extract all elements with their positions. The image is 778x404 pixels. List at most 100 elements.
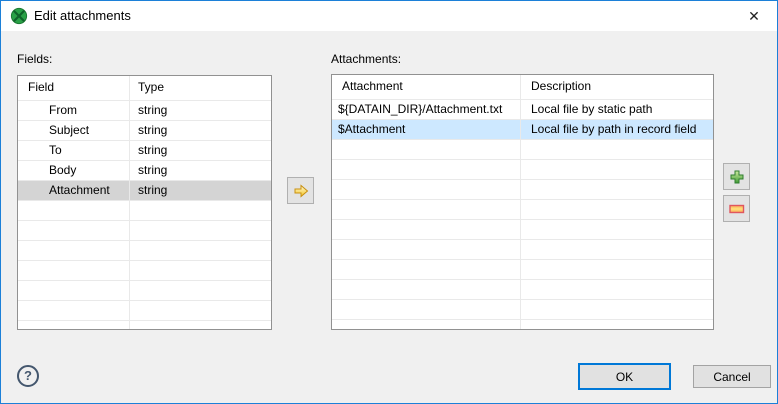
column-header-field[interactable]: Field bbox=[18, 76, 130, 100]
fields-table: Field Type From string Subject string To stri… bbox=[17, 75, 272, 330]
arrow-right-icon bbox=[294, 183, 308, 198]
table-cell: Subject bbox=[18, 121, 130, 140]
dialog-edit-attachments: Edit attachments ✕ Fields: Field Type Fr… bbox=[0, 0, 778, 404]
table-cell bbox=[130, 241, 271, 260]
add-attachment-button[interactable] bbox=[723, 163, 750, 190]
table-row[interactable] bbox=[332, 300, 713, 320]
table-row[interactable] bbox=[18, 281, 271, 301]
table-cell bbox=[332, 260, 521, 279]
table-cell bbox=[332, 140, 521, 159]
table-row[interactable] bbox=[332, 160, 713, 180]
table-cell bbox=[521, 160, 713, 179]
table-cell bbox=[332, 220, 521, 239]
table-cell bbox=[521, 320, 713, 329]
table-row[interactable] bbox=[332, 260, 713, 280]
table-cell bbox=[18, 221, 130, 240]
table-cell bbox=[332, 320, 521, 329]
remove-attachment-button[interactable] bbox=[723, 195, 750, 222]
table-cell bbox=[18, 261, 130, 280]
table-cell bbox=[130, 221, 271, 240]
table-row[interactable]: ${DATAIN_DIR}/Attachment.txt Local file b… bbox=[332, 100, 713, 120]
table-cell: $Attachment bbox=[332, 120, 521, 139]
attachments-label: Attachments: bbox=[331, 52, 402, 66]
column-header-attachment[interactable]: Attachment bbox=[332, 75, 521, 99]
table-cell: Local file by path in record field bbox=[531, 122, 697, 136]
table-cell bbox=[332, 240, 521, 259]
table-cell bbox=[18, 321, 130, 329]
table-row[interactable]: To string bbox=[18, 141, 271, 161]
table-cell bbox=[521, 280, 713, 299]
table-row[interactable]: Attachment string bbox=[18, 181, 271, 201]
table-cell: Local file by static path bbox=[531, 102, 653, 116]
table-row[interactable] bbox=[332, 240, 713, 260]
minus-icon bbox=[728, 204, 744, 213]
table-cell bbox=[521, 260, 713, 279]
table-cell bbox=[521, 240, 713, 259]
table-cell bbox=[521, 200, 713, 219]
table-row[interactable] bbox=[18, 241, 271, 261]
table-cell: Attachment bbox=[18, 181, 130, 200]
fields-label: Fields: bbox=[17, 52, 53, 66]
table-cell bbox=[130, 201, 271, 220]
table-cell bbox=[18, 301, 130, 320]
title-bar: Edit attachments ✕ bbox=[1, 1, 777, 31]
table-cell: string bbox=[138, 123, 168, 137]
attachments-table: Attachment Description ${DATAIN_DIR}/Att… bbox=[331, 74, 714, 330]
table-cell bbox=[521, 180, 713, 199]
table-cell bbox=[332, 200, 521, 219]
table-row[interactable] bbox=[332, 320, 713, 329]
move-to-attachments-button[interactable] bbox=[287, 177, 314, 204]
table-cell: string bbox=[138, 103, 168, 117]
table-cell: ${DATAIN_DIR}/Attachment.txt bbox=[332, 100, 521, 119]
attachments-table-body: ${DATAIN_DIR}/Attachment.txt Local file b… bbox=[332, 100, 713, 329]
table-cell bbox=[18, 201, 130, 220]
table-cell: string bbox=[138, 183, 168, 197]
table-row[interactable] bbox=[332, 180, 713, 200]
ok-button[interactable]: OK bbox=[578, 363, 671, 390]
table-cell bbox=[332, 160, 521, 179]
table-cell bbox=[18, 281, 130, 300]
fields-table-header: Field Type bbox=[18, 76, 271, 101]
table-cell bbox=[332, 280, 521, 299]
table-cell bbox=[521, 220, 713, 239]
help-button[interactable]: ? bbox=[15, 363, 41, 389]
table-cell bbox=[130, 301, 271, 320]
table-row[interactable] bbox=[332, 140, 713, 160]
table-cell bbox=[521, 300, 713, 319]
table-cell bbox=[130, 321, 271, 329]
table-row[interactable] bbox=[332, 220, 713, 240]
table-cell bbox=[332, 300, 521, 319]
fields-table-body: From string Subject string To string Body strin… bbox=[18, 101, 271, 329]
table-row[interactable] bbox=[18, 261, 271, 281]
table-row[interactable] bbox=[18, 221, 271, 241]
table-row[interactable] bbox=[332, 280, 713, 300]
table-row[interactable]: Subject string bbox=[18, 121, 271, 141]
clover-app-icon bbox=[10, 7, 28, 25]
close-button[interactable]: ✕ bbox=[732, 2, 776, 30]
table-cell: To bbox=[18, 141, 130, 160]
table-row[interactable]: Body string bbox=[18, 161, 271, 181]
window-title: Edit attachments bbox=[34, 8, 131, 23]
table-row[interactable] bbox=[18, 201, 271, 221]
plus-icon bbox=[730, 170, 743, 183]
cancel-button[interactable]: Cancel bbox=[693, 365, 771, 388]
table-row[interactable] bbox=[18, 301, 271, 321]
attachments-table-header: Attachment Description bbox=[332, 75, 713, 100]
column-header-type[interactable]: Type bbox=[130, 76, 271, 100]
table-row[interactable] bbox=[18, 321, 271, 329]
table-cell: From bbox=[18, 101, 130, 120]
column-header-description[interactable]: Description bbox=[521, 75, 713, 99]
table-row[interactable] bbox=[332, 200, 713, 220]
table-cell: Body bbox=[18, 161, 130, 180]
help-icon: ? bbox=[17, 365, 39, 387]
table-cell bbox=[521, 140, 713, 159]
table-cell: string bbox=[138, 163, 168, 177]
table-row[interactable]: From string bbox=[18, 101, 271, 121]
close-icon: ✕ bbox=[748, 8, 760, 24]
table-cell bbox=[130, 281, 271, 300]
table-cell: string bbox=[138, 143, 168, 157]
table-cell bbox=[332, 180, 521, 199]
table-cell bbox=[130, 261, 271, 280]
table-cell bbox=[18, 241, 130, 260]
table-row[interactable]: $Attachment Local file by path in record … bbox=[332, 120, 713, 140]
